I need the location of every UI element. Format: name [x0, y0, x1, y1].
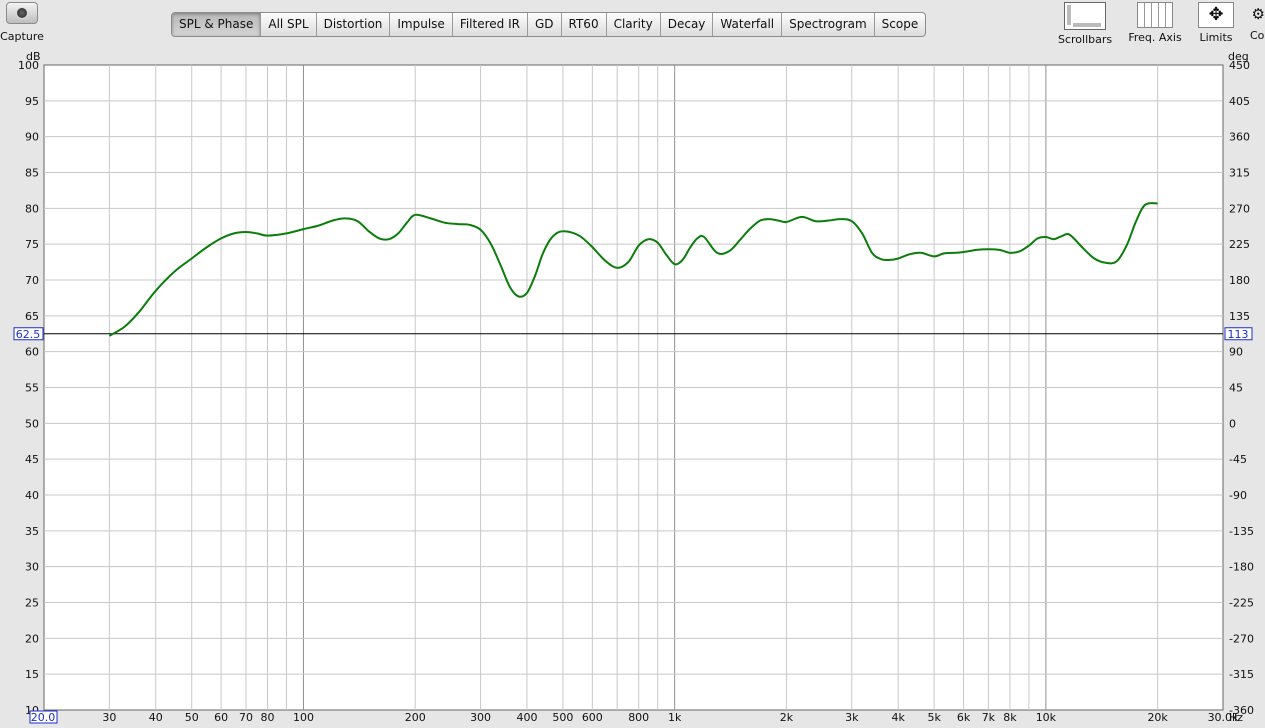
x-tick-label: 60	[214, 711, 228, 724]
x-tick-label: 300	[470, 711, 491, 724]
y-tick-label: 55	[25, 382, 39, 395]
x-tick-label: 5k	[927, 711, 941, 724]
y-tick-label: 90	[25, 131, 39, 144]
y-tick-label: 100	[18, 59, 39, 72]
x-tick-label: 4k	[891, 711, 905, 724]
x-tick-label: 400	[516, 711, 537, 724]
x-tick-label: 600	[582, 711, 603, 724]
x-tick-label: 20k	[1147, 711, 1168, 724]
y2-tick-label: -180	[1229, 561, 1254, 574]
y2-tick-label: -315	[1229, 668, 1254, 681]
y-tick-label: 45	[25, 453, 39, 466]
x-tick-label: 80	[260, 711, 274, 724]
y2-tick-label: 360	[1229, 131, 1250, 144]
cursor-right-readout: 113	[1228, 328, 1249, 341]
y2-tick-label: -270	[1229, 632, 1254, 645]
cursor-left-readout: 62.5	[16, 328, 41, 341]
y2-tick-label: -225	[1229, 597, 1254, 610]
x-tick-label: 10k	[1036, 711, 1057, 724]
x-tick-label: 2k	[780, 711, 794, 724]
y2-tick-label: 315	[1229, 167, 1250, 180]
y-tick-label: 65	[25, 310, 39, 323]
y-tick-label: 35	[25, 525, 39, 538]
y-tick-label: 70	[25, 274, 39, 287]
x-tick-label: 30	[102, 711, 116, 724]
y-tick-label: 15	[25, 668, 39, 681]
x-tick-label: 1k	[668, 711, 682, 724]
y2-tick-label: 405	[1229, 95, 1250, 108]
y2-tick-label: 450	[1229, 59, 1250, 72]
y2-tick-label: 225	[1229, 238, 1250, 251]
y-tick-label: 50	[25, 417, 39, 430]
x-tick-label: 70	[239, 711, 253, 724]
x-tick-label: 800	[628, 711, 649, 724]
x-tick-label: 40	[149, 711, 163, 724]
y2-tick-label: 0	[1229, 417, 1236, 430]
x-tick-label: 50	[185, 711, 199, 724]
y2-tick-label: -135	[1229, 525, 1254, 538]
y-tick-label: 75	[25, 238, 39, 251]
y2-tick-label: 270	[1229, 202, 1250, 215]
x-tick-label: 8k	[1003, 711, 1017, 724]
y2-tick-label: 45	[1229, 382, 1243, 395]
y-tick-label: 95	[25, 95, 39, 108]
x-tick-label: 500	[552, 711, 573, 724]
x-axis-unit: Hz	[1229, 711, 1243, 724]
y-tick-label: 20	[25, 632, 39, 645]
x-tick-label: 6k	[957, 711, 971, 724]
y2-tick-label: 180	[1229, 274, 1250, 287]
y-tick-label: 30	[25, 561, 39, 574]
x-tick-label: 3k	[845, 711, 859, 724]
y-tick-label: 60	[25, 346, 39, 359]
x-tick-label: 7k	[982, 711, 996, 724]
y2-tick-label: 90	[1229, 346, 1243, 359]
y2-tick-label: -90	[1229, 489, 1247, 502]
y-tick-label: 40	[25, 489, 39, 502]
x-tick-label: 100	[293, 711, 314, 724]
y-tick-label: 85	[25, 167, 39, 180]
y2-tick-label: 135	[1229, 310, 1250, 323]
y-tick-label: 80	[25, 202, 39, 215]
spl-phase-chart[interactable]: 101520253035404550556065707580859095100-…	[0, 0, 1265, 728]
x-tick-label: 200	[405, 711, 426, 724]
x-start-readout: 20.0	[31, 711, 56, 724]
y2-tick-label: -45	[1229, 453, 1247, 466]
y-tick-label: 25	[25, 597, 39, 610]
